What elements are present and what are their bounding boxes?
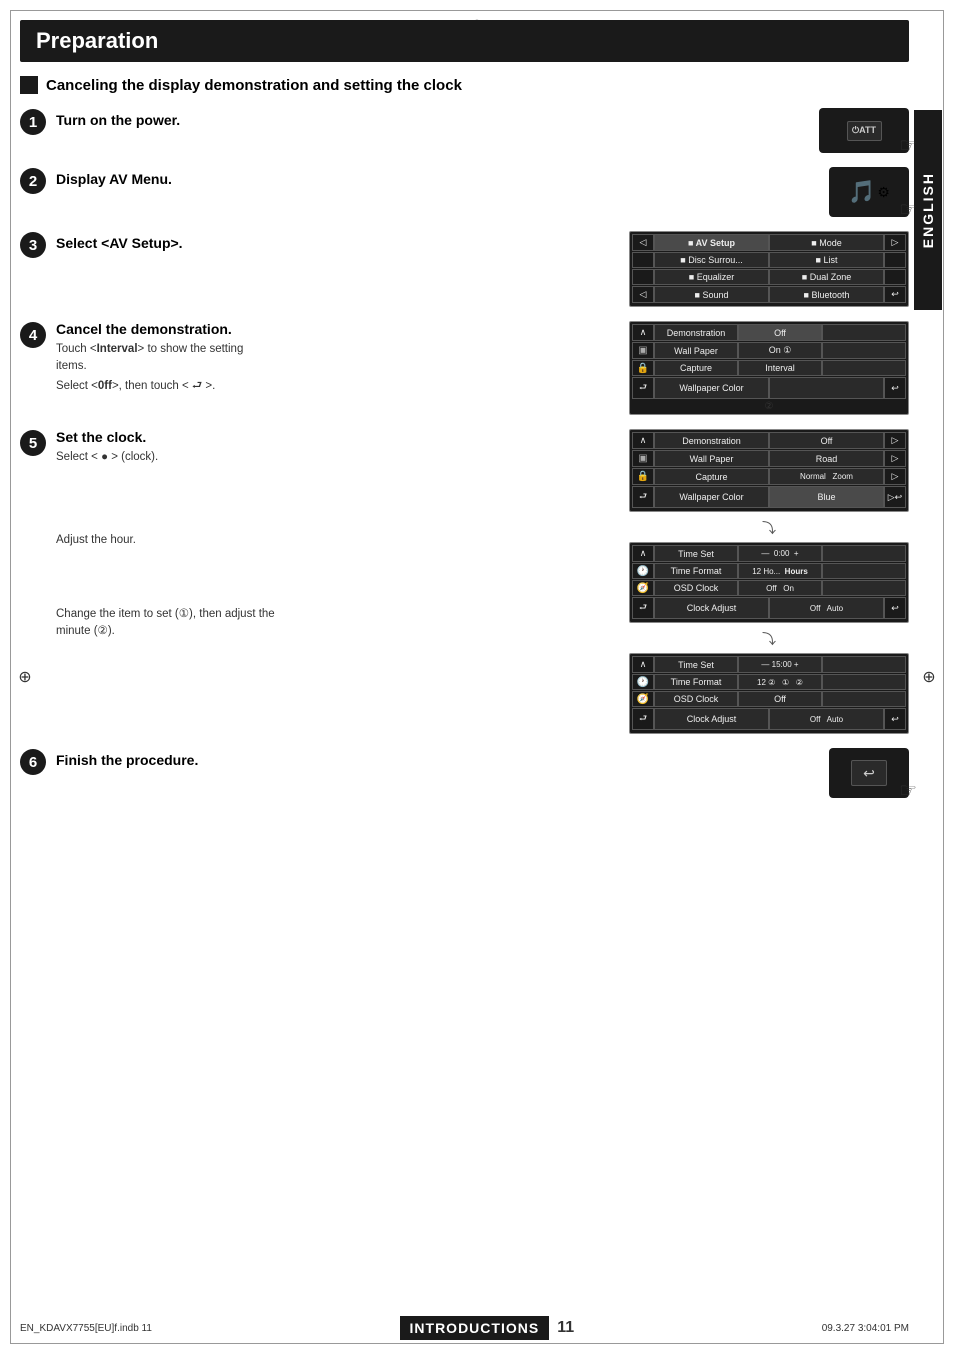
step4-demonstration: Demonstration <box>654 324 738 341</box>
mode-cell: ■ Mode <box>769 234 884 251</box>
introductions-badge: INTRODUCTIONS <box>400 1316 550 1340</box>
step4-blank3 <box>769 377 884 399</box>
av-setup-cell: ■ AV Setup <box>654 234 769 251</box>
step-1: 1 Turn on the power. ⏻ATT ☞ <box>20 108 909 153</box>
step-1-left: 1 Turn on the power. <box>20 108 819 135</box>
nav-back-icon: ◁ <box>632 286 654 303</box>
step-4-title: Cancel the demonstration. <box>56 321 243 337</box>
step-4-sub1: Touch <Interval> to show the settingitem… <box>56 341 243 376</box>
step-2: 2 Display AV Menu. 🎵 ⚙ ☞ <box>20 167 909 217</box>
step-3-ui: ◁ ■ AV Setup ■ Mode ▷ ■ Disc Surrou... ■… <box>629 231 909 307</box>
step-5-left: 5 Set the clock. Select < ● > (clock). A… <box>20 429 629 640</box>
dual-zone-cell: ■ Dual Zone <box>769 269 884 285</box>
step4-blank2 <box>822 360 906 376</box>
bluetooth-cell: ■ Bluetooth <box>769 286 884 303</box>
step-6-image: ↩ ☞ <box>829 748 909 798</box>
file-info: EN_KDAVX7755[EU]f.indb 11 <box>20 1323 152 1334</box>
sound-cell: ■ Sound <box>654 286 769 303</box>
nav-exit-icon: ↩ <box>884 286 906 303</box>
page-footer: EN_KDAVX7755[EU]f.indb 11 INTRODUCTIONS … <box>20 1316 909 1340</box>
time-format-label: Time Format <box>654 563 738 579</box>
page-title: Preparation <box>20 20 909 62</box>
step-6: 6 Finish the procedure. ↩ ☞ <box>20 748 909 798</box>
language-sidebar: ENGLISH <box>914 110 942 310</box>
section-heading: Canceling the display demonstration and … <box>20 76 909 94</box>
nav-blank <box>632 252 654 268</box>
step-3-left: 3 Select <AV Setup>. <box>20 231 629 258</box>
step-4-number: 4 <box>20 322 46 348</box>
step-3-title: Select <AV Setup>. <box>56 235 183 251</box>
section-title: Canceling the display demonstration and … <box>46 77 462 94</box>
step-2-image: 🎵 ⚙ ☞ <box>829 167 909 217</box>
language-label: ENGLISH <box>920 172 936 248</box>
step-4-left: 4 Cancel the demonstration. Touch <Inter… <box>20 321 629 395</box>
step4-wallpaper-color: Wallpaper Color <box>654 377 769 399</box>
step-4-ui: ∧ Demonstration Off ▣ Wall Paper On ① 🔒 … <box>629 321 909 415</box>
step-5: 5 Set the clock. Select < ● > (clock). A… <box>20 429 909 734</box>
step4-nav-up: ∧ <box>632 324 654 341</box>
date-info: 09.3.27 3:04:01 PM <box>822 1323 909 1334</box>
step4-off: Off <box>738 324 822 341</box>
osd-clock-label: OSD Clock <box>654 580 738 596</box>
step4-wallpaper: Wall Paper <box>654 342 738 359</box>
clock-adjust-label: Clock Adjust <box>654 597 769 619</box>
nav-blank4 <box>884 269 906 285</box>
step-2-left: 2 Display AV Menu. <box>20 167 829 194</box>
step-3-number: 3 <box>20 232 46 258</box>
step-5-sub2: Adjust the hour. <box>56 532 275 549</box>
section-icon <box>20 76 38 94</box>
nav-right-icon: ▷ <box>884 234 906 251</box>
step-5-uis: ∧ Demonstration Off ▷ ▣ Wall Paper Road … <box>629 429 909 734</box>
step4-blank <box>822 342 906 359</box>
page-number: 11 <box>557 1319 574 1337</box>
step-5-sub3: Change the item to set (①), then adjust … <box>56 606 275 641</box>
step-2-title: Display AV Menu. <box>56 171 172 187</box>
step4-exit: ↩ <box>884 377 906 399</box>
time-set-label: Time Set <box>654 545 738 562</box>
step4-capture: Capture <box>654 360 738 376</box>
step-1-number: 1 <box>20 109 46 135</box>
nav-blank2 <box>884 252 906 268</box>
step-3: 3 Select <AV Setup>. ◁ ■ AV Setup ■ Mode… <box>20 231 909 307</box>
step-4: 4 Cancel the demonstration. Touch <Inter… <box>20 321 909 415</box>
step-1-title: Turn on the power. <box>56 112 180 128</box>
step4-arrow <box>822 324 906 341</box>
step4-on: On ① <box>738 342 822 359</box>
step-1-image: ⏻ATT ☞ <box>819 108 909 153</box>
nav-blank3 <box>632 269 654 285</box>
step-4-sub2: Select <0ff>, then touch < ⮐ >. <box>56 378 243 395</box>
step-5-number: 5 <box>20 430 46 456</box>
step4-interval: Interval <box>738 360 822 376</box>
equalizer-cell: ■ Equalizer <box>654 269 769 285</box>
step-6-left: 6 Finish the procedure. <box>20 748 829 775</box>
step-5-title: Set the clock. <box>56 429 275 445</box>
nav-left-icon: ◁ <box>632 234 654 251</box>
step-2-number: 2 <box>20 168 46 194</box>
step-5-sub1: Select < ● > (clock). <box>56 449 275 466</box>
reg-mark-right: ⊕ <box>919 667 939 687</box>
step-6-number: 6 <box>20 749 46 775</box>
step-6-title: Finish the procedure. <box>56 752 198 768</box>
disc-surround-cell: ■ Disc Surrou... <box>654 252 769 268</box>
step4-lock-icon: 🔒 <box>632 360 654 376</box>
step4-back: ⮐ <box>632 377 654 399</box>
main-content: Preparation Canceling the display demons… <box>20 20 909 1314</box>
list-cell: ■ List <box>769 252 884 268</box>
step4-cam-icon: ▣ <box>632 342 654 359</box>
